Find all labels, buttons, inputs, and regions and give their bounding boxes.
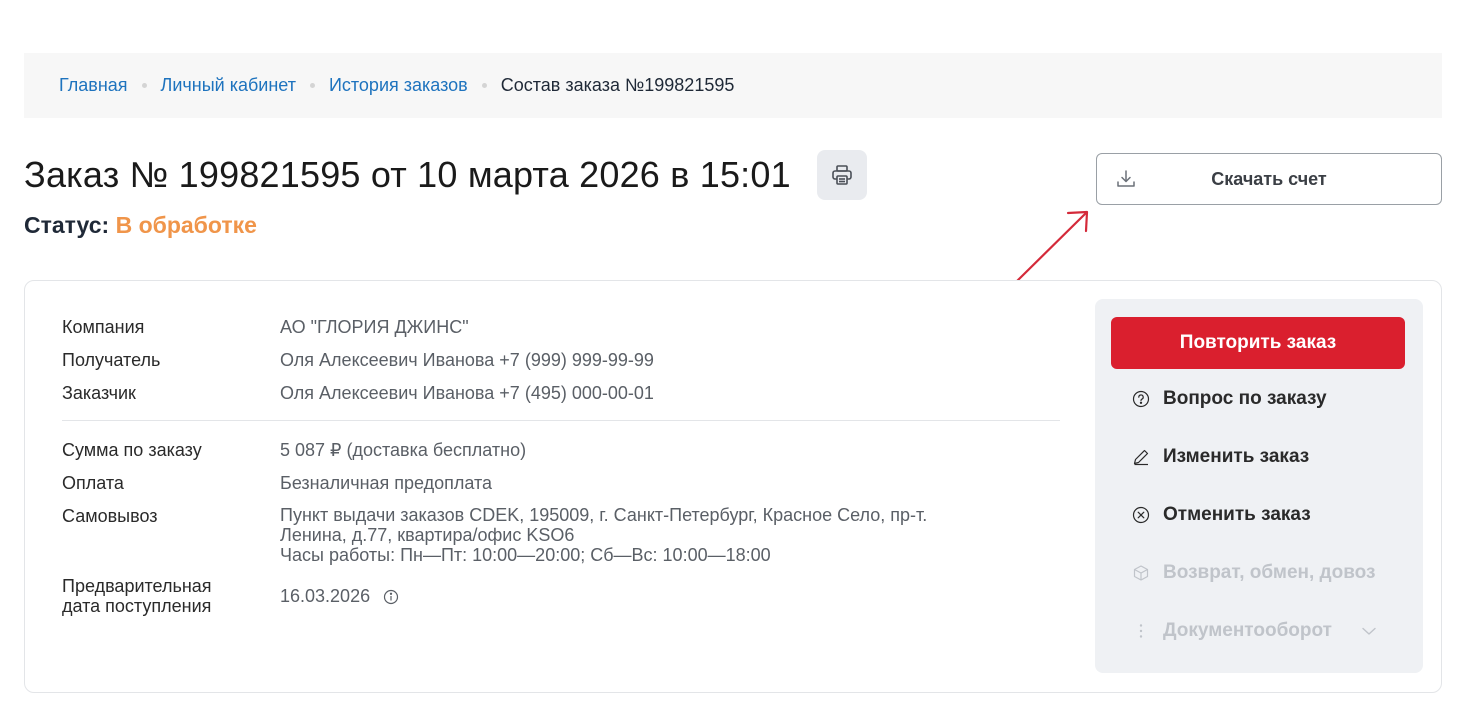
info-icon[interactable] (383, 589, 399, 605)
eta-label: Предварительная дата поступления (62, 576, 280, 616)
customer-value: Оля Алексеевич Иванова +7 (495) 000-00-0… (280, 383, 654, 403)
printer-icon (832, 165, 852, 185)
company-value: АО "ГЛОРИЯ ДЖИНС" (280, 317, 469, 337)
order-status: Статус: В обработке (24, 212, 257, 239)
box-icon (1131, 563, 1151, 583)
print-button[interactable] (816, 150, 867, 200)
question-icon (1131, 389, 1151, 409)
pickup-hours: Часы работы: Пн—Пт: 10:00—20:00; Сб—Вс: … (280, 545, 771, 565)
info-row-company: Компания АО "ГЛОРИЯ ДЖИНС" (62, 316, 1060, 338)
status-label: Статус: (24, 212, 110, 238)
cancel-order-label: Отменить заказ (1163, 504, 1311, 525)
return-exchange-label: Возврат, обмен, довоз (1163, 562, 1376, 583)
breadcrumb: Главная Личный кабинет История заказов С… (24, 53, 1442, 118)
repeat-order-button[interactable]: Повторить заказ (1111, 317, 1405, 369)
payment-value: Безналичная предоплата (280, 473, 493, 493)
info-row-sum: Сумма по заказу 5 087 ₽ (доставка беспла… (62, 439, 1060, 461)
page-title: Заказ № 199821595 от 10 марта 2026 в 15:… (24, 154, 791, 195)
cancel-order-button[interactable]: Отменить заказ (1131, 504, 1311, 526)
sum-value: 5 087 ₽ (доставка бесплатно) (280, 440, 527, 460)
download-icon (1115, 168, 1137, 195)
company-label: Компания (62, 317, 145, 337)
document-flow-dropdown[interactable]: Документооборот (1131, 620, 1378, 642)
breadcrumb-separator (141, 83, 147, 88)
sum-label: Сумма по заказу (62, 440, 202, 460)
download-invoice-label: Скачать счет (1211, 168, 1327, 189)
breadcrumb-link-account[interactable]: Личный кабинет (161, 75, 296, 96)
pickup-address-line: Ленина, д.77, квартира/офис KSO6 (280, 525, 575, 545)
eta-value: 16.03.2026 (280, 586, 371, 606)
breadcrumb-link-home[interactable]: Главная (59, 75, 128, 96)
divider (62, 420, 1060, 421)
info-row-customer: Заказчик Оля Алексеевич Иванова +7 (495)… (62, 382, 1060, 404)
order-header: Заказ № 199821595 от 10 марта 2026 в 15:… (24, 150, 867, 200)
order-details-card: Компания АО "ГЛОРИЯ ДЖИНС" Получатель Ол… (24, 280, 1442, 693)
download-invoice-button[interactable]: Скачать счет (1096, 153, 1442, 205)
info-row-recipient: Получатель Оля Алексеевич Иванова +7 (99… (62, 349, 1060, 371)
recipient-value: Оля Алексеевич Иванова +7 (999) 999-99-9… (280, 350, 654, 370)
customer-label: Заказчик (62, 383, 136, 403)
breadcrumb-link-order-history[interactable]: История заказов (329, 75, 468, 96)
breadcrumb-current: Состав заказа №199821595 (500, 75, 735, 95)
close-circle-icon (1131, 505, 1151, 525)
eta-label-line: дата поступления (62, 596, 212, 616)
annotation-arrow-icon (1014, 210, 1089, 284)
pencil-icon (1131, 447, 1151, 467)
more-vertical-icon (1131, 621, 1151, 641)
edit-order-button[interactable]: Изменить заказ (1131, 446, 1309, 468)
question-about-order-label: Вопрос по заказу (1163, 388, 1327, 409)
question-about-order-button[interactable]: Вопрос по заказу (1131, 388, 1327, 410)
status-value: В обработке (115, 212, 257, 238)
eta-label-line: Предварительная (62, 576, 212, 596)
order-info: Компания АО "ГЛОРИЯ ДЖИНС" Получатель Ол… (62, 316, 1060, 627)
document-flow-label: Документооборот (1163, 620, 1332, 641)
return-exchange-button[interactable]: Возврат, обмен, довоз (1131, 562, 1375, 584)
info-row-pickup: Самовывоз Пункт выдачи заказов CDEK, 195… (62, 505, 1060, 565)
edit-order-label: Изменить заказ (1163, 446, 1310, 467)
order-actions-panel: Повторить заказ Вопрос по заказу Изменит… (1095, 299, 1423, 673)
info-row-eta: Предварительная дата поступления 16.03.2… (62, 576, 1060, 616)
info-row-payment: Оплата Безналичная предоплата (62, 472, 1060, 494)
pickup-address-line: Пункт выдачи заказов CDEK, 195009, г. Са… (280, 505, 928, 525)
eta-value-wrap: 16.03.2026 (280, 585, 399, 607)
pickup-value: Пункт выдачи заказов CDEK, 195009, г. Са… (280, 505, 927, 565)
breadcrumb-separator (309, 83, 315, 88)
recipient-label: Получатель (62, 350, 161, 370)
pickup-label: Самовывоз (62, 506, 158, 526)
chevron-down-icon (1360, 622, 1378, 640)
payment-label: Оплата (62, 473, 124, 493)
breadcrumb-separator (481, 83, 487, 88)
